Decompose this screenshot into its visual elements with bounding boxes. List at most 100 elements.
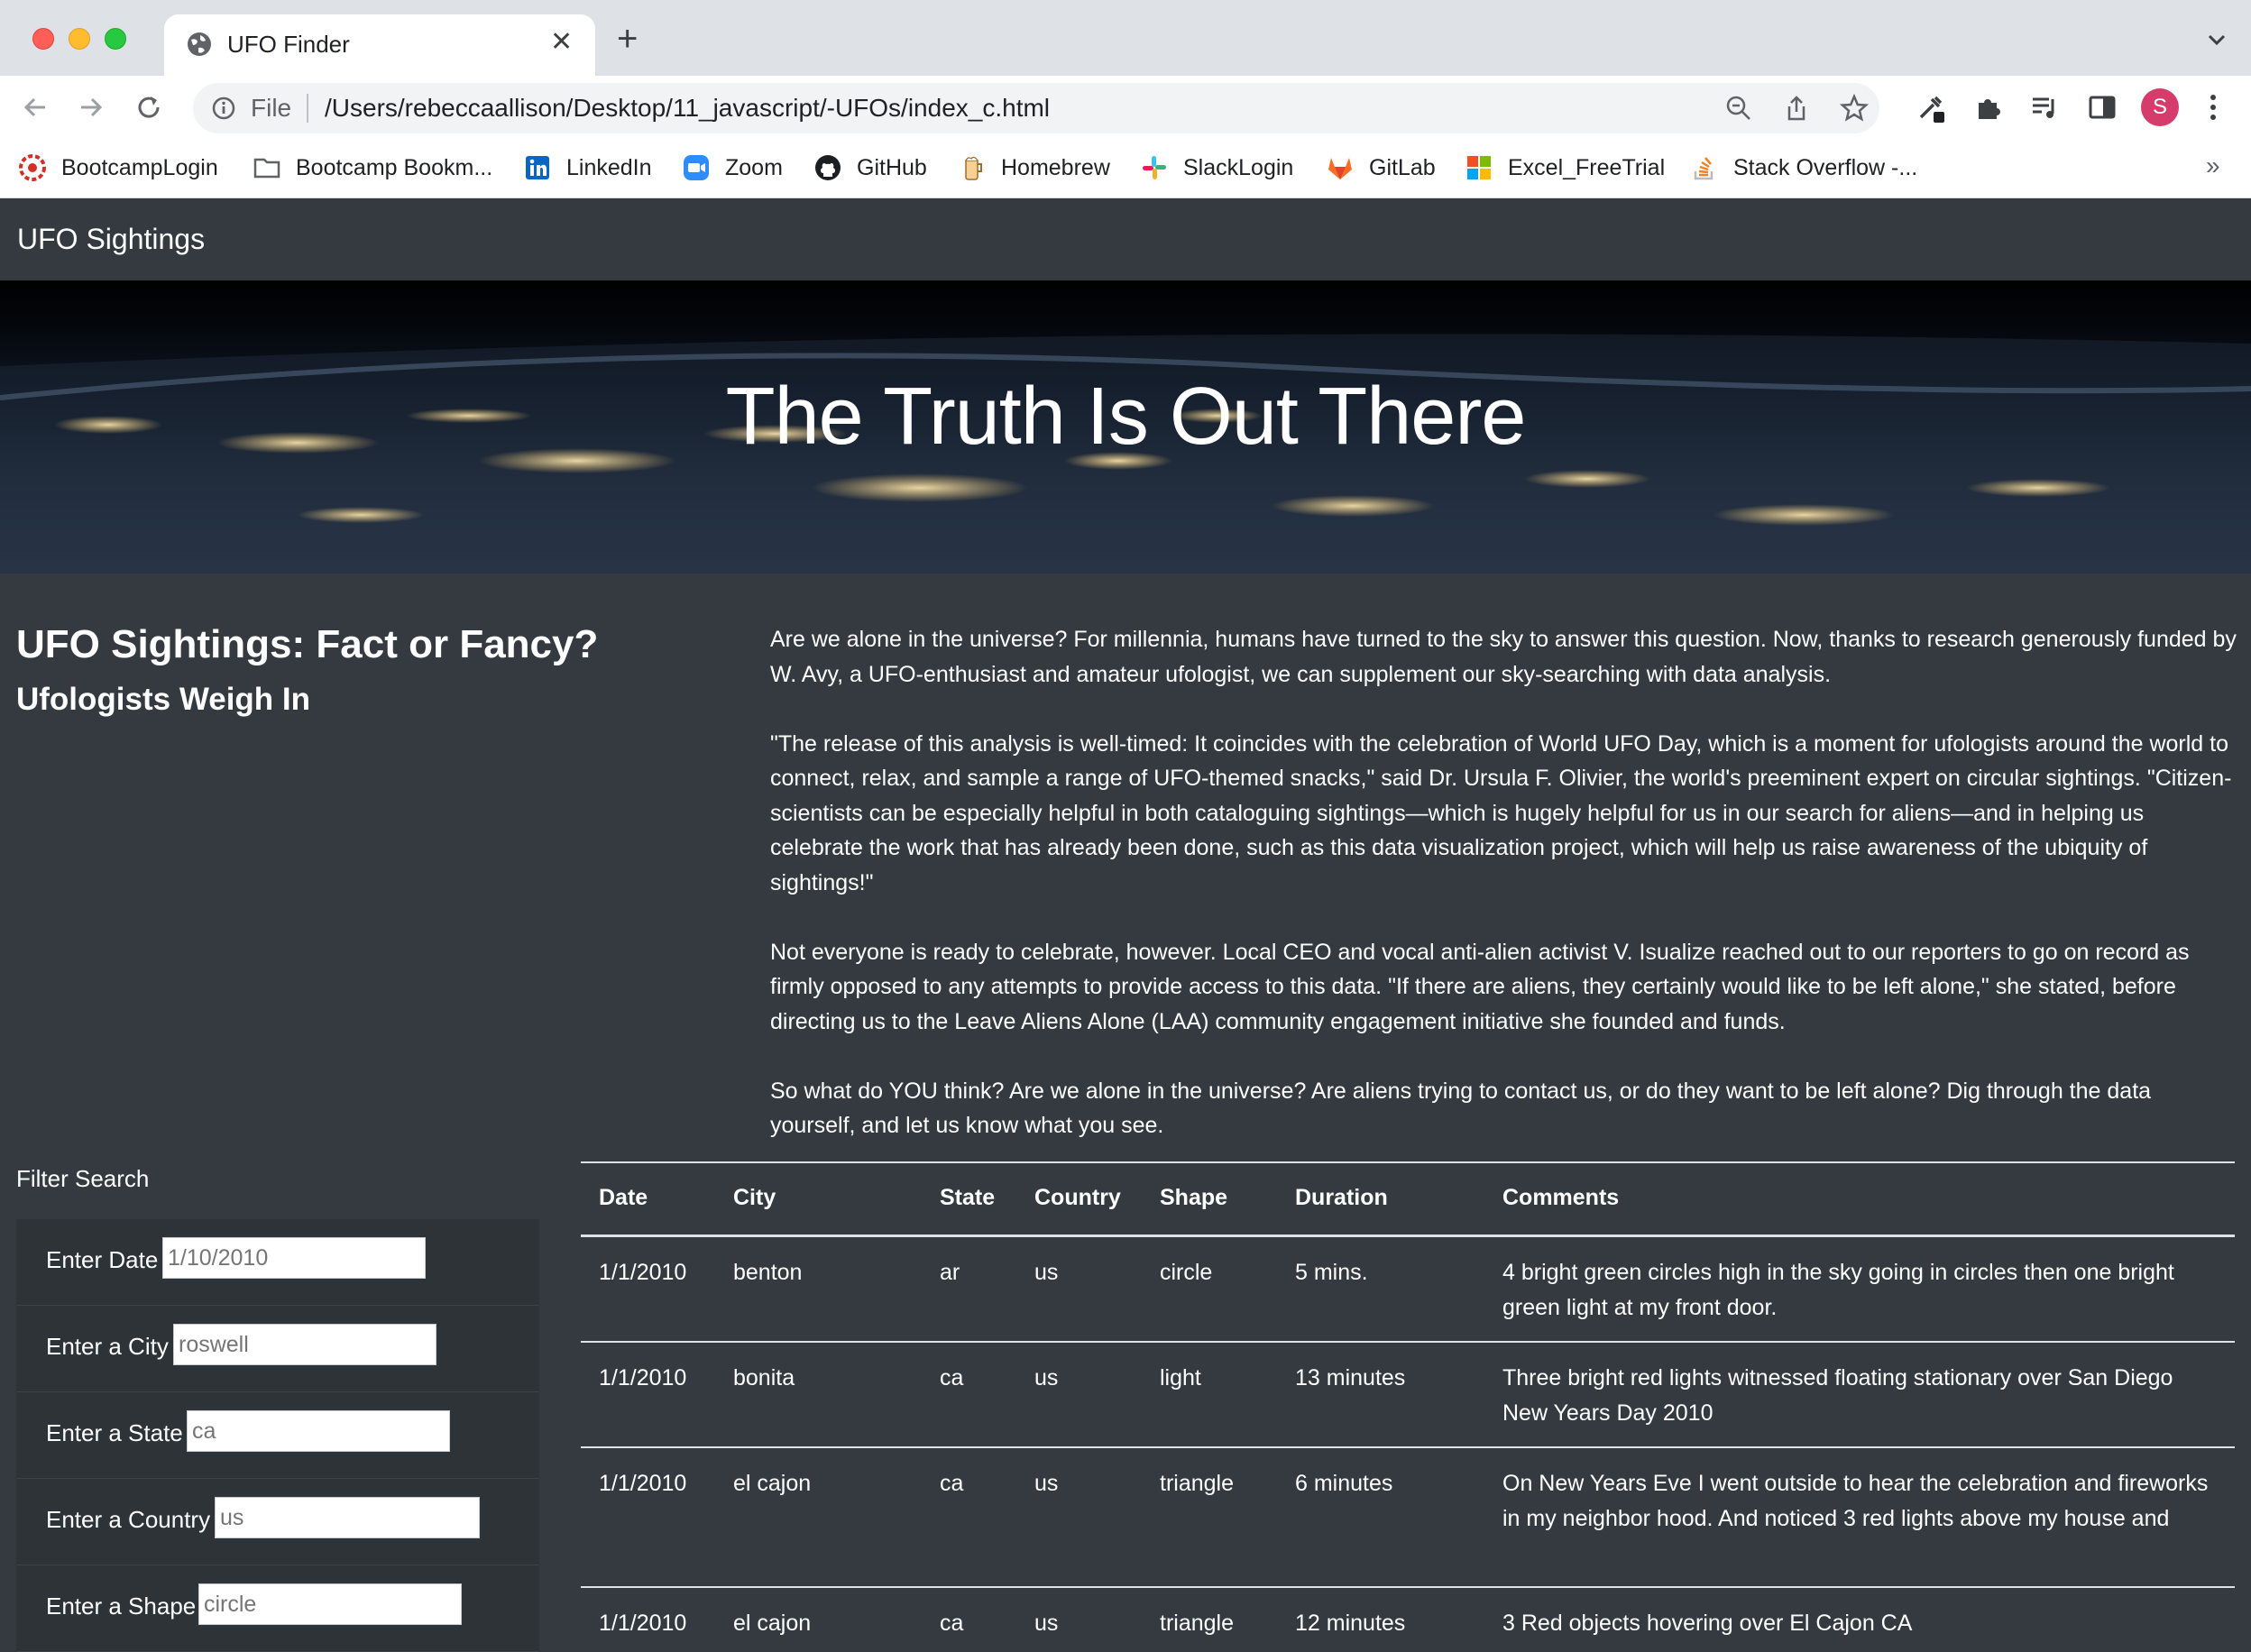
back-arrow-icon[interactable] bbox=[20, 92, 51, 123]
close-window-button[interactable] bbox=[32, 28, 54, 50]
forward-arrow-icon[interactable] bbox=[76, 92, 106, 123]
gitlab-icon bbox=[1328, 158, 1352, 179]
share-icon[interactable] bbox=[1782, 94, 1811, 123]
star-icon[interactable] bbox=[1840, 94, 1869, 123]
bookmarks-overflow-button[interactable]: » bbox=[2206, 151, 2220, 180]
cell-country: us bbox=[1034, 1611, 1059, 1636]
table-row: 1/1/2010 bonita ca us light 13 minutes T… bbox=[581, 1343, 2235, 1448]
bookmark-label: Zoom bbox=[725, 154, 783, 180]
cell-city: el cajon bbox=[733, 1611, 812, 1636]
bookmark-label: GitLab bbox=[1369, 154, 1436, 180]
cell-comments: 4 bright green circles high in the sky g… bbox=[1502, 1260, 2174, 1320]
puzzle-icon[interactable] bbox=[1973, 92, 2004, 123]
cell-comments: 3 Red objects hovering over El Cajon CA bbox=[1502, 1611, 1913, 1636]
cell-country: us bbox=[1034, 1365, 1059, 1390]
homebrew-icon bbox=[965, 156, 982, 180]
filter-row-city: Enter a City bbox=[16, 1306, 539, 1392]
cell-state: ca bbox=[940, 1365, 964, 1390]
cell-state: ar bbox=[940, 1260, 960, 1285]
column-header-shape: Shape bbox=[1160, 1185, 1228, 1210]
bookmark-homebrew[interactable]: Homebrew bbox=[958, 151, 1110, 184]
info-icon[interactable] bbox=[211, 96, 236, 121]
profile-avatar[interactable]: S bbox=[2141, 88, 2179, 126]
city-input[interactable] bbox=[173, 1324, 436, 1365]
article-paragraph: So what do YOU think? Are we alone in th… bbox=[770, 1078, 2152, 1139]
bookmark-excel-freetrial[interactable]: Excel_FreeTrial bbox=[1465, 151, 1665, 184]
cell-comments: Three bright red lights witnessed floati… bbox=[1502, 1365, 2173, 1426]
chevron-down-icon[interactable] bbox=[2204, 27, 2229, 52]
table-row: 1/1/2010 el cajon ca us triangle 12 minu… bbox=[581, 1588, 2235, 1652]
shape-input[interactable] bbox=[198, 1583, 462, 1625]
filter-label: Enter a Country bbox=[46, 1506, 211, 1533]
github-icon bbox=[815, 155, 841, 180]
heading-main: UFO Sightings: Fact or Fancy? bbox=[16, 622, 599, 666]
bookmark-slacklogin[interactable]: SlackLogin bbox=[1140, 151, 1293, 184]
cell-shape: light bbox=[1160, 1365, 1201, 1390]
cell-date: 1/1/2010 bbox=[599, 1365, 687, 1390]
bookmark-github[interactable]: GitHub bbox=[813, 151, 927, 184]
article-paragraph: Are we alone in the universe? For millen… bbox=[770, 627, 2237, 687]
scheme-label: File bbox=[251, 94, 292, 122]
state-input[interactable] bbox=[187, 1410, 450, 1452]
bookmarks-bar: BootcampLogin Bootcamp Bookm... LinkedIn… bbox=[0, 139, 2251, 198]
navbar-brand[interactable]: UFO Sightings bbox=[17, 223, 205, 256]
url-text[interactable]: /Users/rebeccaallison/Desktop/11_javascr… bbox=[325, 94, 1050, 123]
bookmark-bootcamplogin[interactable]: BootcampLogin bbox=[18, 151, 218, 184]
bookmark-label: SlackLogin bbox=[1183, 154, 1294, 180]
filter-row-country: Enter a Country bbox=[16, 1479, 539, 1565]
cell-duration: 12 minutes bbox=[1295, 1611, 1406, 1636]
browser-tab[interactable]: UFO Finder ✕ bbox=[164, 14, 595, 78]
eyedropper-extension-icon[interactable] bbox=[1916, 92, 1946, 123]
filter-row-state: Enter a State bbox=[16, 1392, 539, 1479]
cell-city: benton bbox=[733, 1260, 803, 1285]
close-tab-icon[interactable]: ✕ bbox=[550, 27, 573, 58]
article-heading: UFO Sightings: Fact or Fancy? Ufologists… bbox=[16, 619, 720, 726]
bookmark-gitlab[interactable]: GitLab bbox=[1326, 151, 1436, 184]
bookmark-label: Homebrew bbox=[1001, 154, 1110, 180]
cell-shape: triangle bbox=[1160, 1611, 1234, 1636]
globe-icon bbox=[188, 32, 211, 56]
table-header: Date City State Country Shape Duration C… bbox=[581, 1163, 2235, 1237]
article-paragraph: Not everyone is ready to celebrate, howe… bbox=[770, 939, 2190, 1034]
bookmark-label: BootcampLogin bbox=[61, 154, 218, 180]
minimize-window-button[interactable] bbox=[69, 28, 90, 50]
date-input[interactable] bbox=[162, 1237, 426, 1279]
slack-icon bbox=[1143, 156, 1166, 179]
cell-shape: triangle bbox=[1160, 1471, 1234, 1496]
filter-panel: Enter Date Enter a City Enter a State En… bbox=[16, 1219, 539, 1652]
cell-country: us bbox=[1034, 1260, 1059, 1285]
bookmark-stackoverflow[interactable]: Stack Overflow -... bbox=[1690, 151, 1917, 184]
article-paragraph: "The release of this analysis is well-ti… bbox=[770, 730, 2232, 895]
reload-icon[interactable] bbox=[133, 92, 164, 123]
cell-city: bonita bbox=[733, 1365, 795, 1390]
bookmark-bootcamp-folder[interactable]: Bootcamp Bookm... bbox=[253, 151, 492, 184]
folder-icon bbox=[253, 158, 280, 179]
bookmark-linkedin[interactable]: LinkedIn bbox=[523, 151, 652, 184]
bookmark-label: LinkedIn bbox=[566, 154, 652, 180]
microsoft-icon bbox=[1467, 156, 1491, 179]
bookmark-zoom[interactable]: Zoom bbox=[682, 151, 783, 184]
zoom-out-icon[interactable] bbox=[1724, 94, 1753, 123]
stackoverflow-icon bbox=[1694, 157, 1714, 180]
address-bar[interactable]: File /Users/rebeccaallison/Desktop/11_ja… bbox=[193, 83, 1879, 133]
cell-comments: On New Years Eve I went outside to hear … bbox=[1502, 1471, 2209, 1531]
filter-row-date: Enter Date bbox=[16, 1219, 539, 1306]
bookmark-label: Bootcamp Bookm... bbox=[296, 154, 493, 180]
table-row: 1/1/2010 el cajon ca us triangle 6 minut… bbox=[581, 1448, 2235, 1588]
linkedin-icon bbox=[526, 156, 549, 179]
more-menu-icon[interactable] bbox=[2208, 92, 2219, 123]
country-input[interactable] bbox=[215, 1497, 480, 1538]
cell-shape: circle bbox=[1160, 1260, 1213, 1285]
side-panel-icon[interactable] bbox=[2087, 92, 2118, 123]
divider bbox=[307, 94, 308, 123]
cell-date: 1/1/2010 bbox=[599, 1611, 687, 1636]
filter-title: Filter Search bbox=[16, 1165, 150, 1192]
media-queue-icon[interactable] bbox=[2029, 92, 2060, 123]
cell-duration: 5 mins. bbox=[1295, 1260, 1368, 1285]
cell-date: 1/1/2010 bbox=[599, 1260, 687, 1285]
zoom-window-button[interactable] bbox=[105, 28, 126, 50]
article-body: Are we alone in the universe? For millen… bbox=[770, 622, 2237, 1178]
new-tab-icon[interactable]: + bbox=[617, 20, 638, 58]
site-navbar: UFO Sightings bbox=[0, 199, 2251, 280]
cell-state: ca bbox=[940, 1471, 964, 1496]
